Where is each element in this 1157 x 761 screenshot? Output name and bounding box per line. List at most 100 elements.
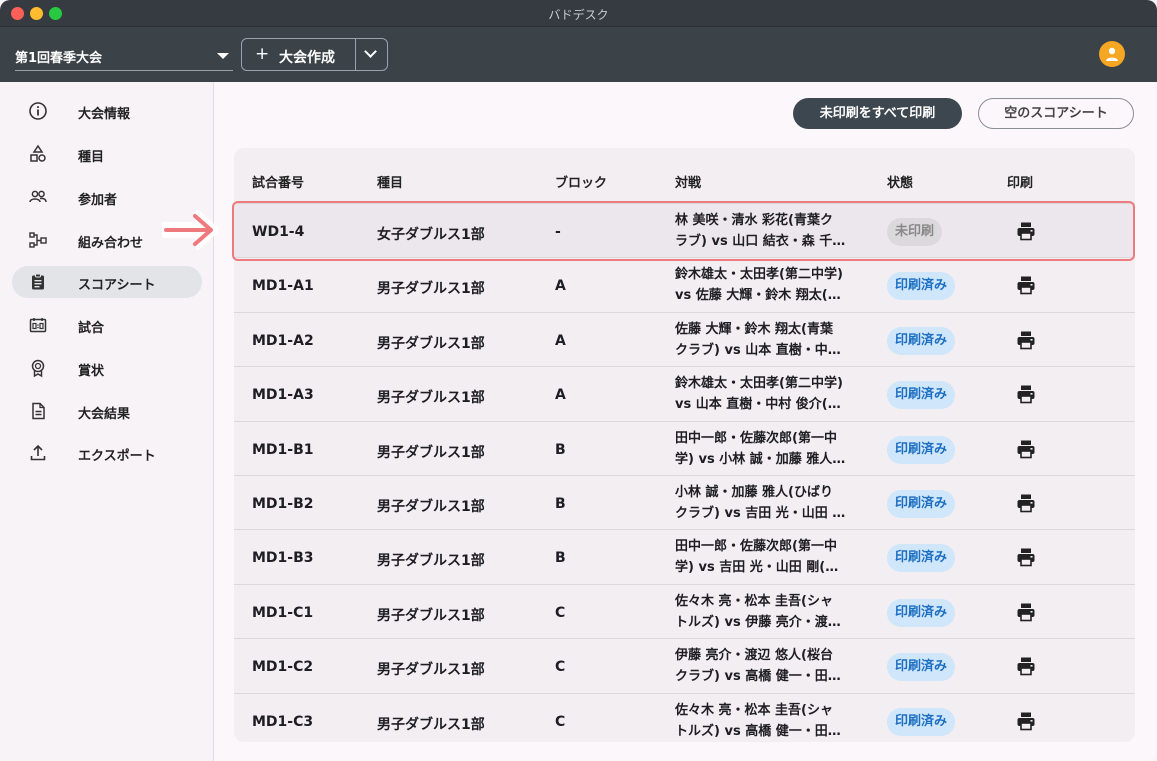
shapes-icon xyxy=(30,144,46,162)
person-icon xyxy=(1106,47,1118,61)
sidebar-item-score-sheets[interactable]: スコアシート xyxy=(12,266,202,298)
match-line-2: クラブ) vs 山本 直樹・中… xyxy=(675,342,841,358)
block-name: B xyxy=(555,496,566,512)
sidebar: 大会情報 種目 参加者 組み合わせ スコアシート 試合 賞状 大会結果 エクスポ… xyxy=(0,82,214,761)
event-name: 男子ダブルス1部 xyxy=(377,390,485,407)
print-icon[interactable] xyxy=(1015,601,1037,623)
status-badge: 印刷済み xyxy=(887,598,956,627)
print-icon[interactable] xyxy=(1015,383,1037,405)
info-icon xyxy=(29,102,47,120)
title-bar: バドデスク xyxy=(0,0,1157,27)
header-status: 状態 xyxy=(887,176,914,191)
table-row[interactable]: MD1-C3 男子ダブルス1部 C 佐々木 亮・松本 圭吾(シャ トルズ) vs 高橋 … xyxy=(234,692,1135,742)
print-icon[interactable] xyxy=(1015,710,1037,732)
match-players: 鈴木雄太・太田孝(第二中学) vs 山本 直樹・中村 俊介(… xyxy=(675,373,881,415)
status-badge: 印刷済み xyxy=(887,435,956,464)
match-players: 伊藤 亮介・渡辺 悠人(桜台 クラブ) vs 高橋 健一・田… xyxy=(675,645,881,687)
event-name: 男子ダブルス1部 xyxy=(377,444,485,461)
sidebar-item-label: エクスポート xyxy=(78,449,156,464)
print-icon[interactable] xyxy=(1015,492,1037,514)
user-avatar[interactable] xyxy=(1099,41,1125,67)
highlight-box xyxy=(232,201,1135,261)
event-name: 男子ダブルス1部 xyxy=(377,499,485,515)
empty-score-sheet-button[interactable]: 空のスコアシート xyxy=(978,98,1134,129)
print-icon[interactable] xyxy=(1015,655,1037,677)
event-name: 男子ダブルス1部 xyxy=(377,335,485,352)
print-icon[interactable] xyxy=(1015,546,1037,568)
status-badge: 印刷済み xyxy=(887,544,956,573)
people-icon xyxy=(29,190,47,203)
table-row[interactable]: MD1-B1 男子ダブルス1部 B 田中一郎・佐藤次郎(第一中 学) vs 小林 誠・加… xyxy=(234,420,1135,475)
match-id: MD1-A1 xyxy=(252,278,314,295)
tournament-select-value: 第1回春季大会 xyxy=(15,51,103,66)
match-line-1: 小林 誠・加藤 雅人(ひばり xyxy=(675,485,833,500)
match-players: 田中一郎・佐藤次郎(第一中 学) vs 小林 誠・加藤 雅人… xyxy=(675,428,881,470)
match-line-2: vs 山本 直樹・中村 俊介(… xyxy=(675,397,841,413)
table-row[interactable]: MD1-B2 男子ダブルス1部 B 小林 誠・加藤 雅人(ひばり クラブ) vs 吉田 … xyxy=(234,475,1135,529)
create-tournament-button[interactable]: 大会作成 xyxy=(279,47,335,67)
status-badge: 印刷済み xyxy=(887,490,956,518)
plus-icon[interactable]: + xyxy=(255,44,269,64)
event-name: 男子ダブルス1部 xyxy=(377,553,485,570)
table-row[interactable]: MD1-B3 男子ダブルス1部 B 田中一郎・佐藤次郎(第一中 学) vs 吉田 光・山… xyxy=(234,529,1135,583)
match-line-1: 田中一郎・佐藤次郎(第一中 xyxy=(675,430,837,446)
table-row[interactable]: MD1-A3 男子ダブルス1部 A 鈴木雄太・太田孝(第二中学) vs 山本 直樹・中村… xyxy=(234,366,1135,420)
table-row[interactable]: MD1-C1 男子ダブルス1部 C 佐々木 亮・松本 圭吾(シャ トルズ) vs 伊藤 … xyxy=(234,583,1135,638)
block-name: A xyxy=(555,387,566,404)
sidebar-item-events[interactable]: 種目 xyxy=(12,138,202,170)
award-icon xyxy=(31,359,45,378)
match-id: MD1-A3 xyxy=(252,387,314,404)
app-window: バドデスク 第1回春季大会 + 大会作成 大会情報 種目 参加者 組み合わせ ス… xyxy=(0,0,1157,761)
table-header: 試合番号 種目 ブロック 対戦 状態 印刷 xyxy=(234,148,1135,203)
clipboard-icon xyxy=(32,273,44,290)
print-all-unprinted-button[interactable]: 未印刷をすべて印刷 xyxy=(793,98,962,129)
sidebar-item-label: 賞状 xyxy=(78,364,105,379)
status-badge: 印刷済み xyxy=(887,381,956,410)
chevron-down-icon[interactable] xyxy=(364,45,377,58)
sidebar-item-tournament-info[interactable]: 大会情報 xyxy=(12,95,202,127)
print-icon[interactable] xyxy=(1015,329,1037,351)
status-badge: 印刷済み xyxy=(887,653,956,682)
print-icon[interactable] xyxy=(1015,438,1037,460)
table-row[interactable]: MD1-A1 男子ダブルス1部 A 鈴木雄太・太田孝(第二中学) vs 佐藤 大輝・鈴木… xyxy=(234,257,1135,311)
block-name: C xyxy=(555,659,566,676)
sidebar-item-export[interactable]: エクスポート xyxy=(12,437,202,469)
table-row[interactable]: MD1-A2 男子ダブルス1部 A 佐藤 大輝・鈴木 翔太(青葉 クラブ) vs 山本 … xyxy=(234,311,1135,366)
sidebar-item-label: 試合 xyxy=(78,321,105,336)
bracket-icon xyxy=(29,232,47,248)
event-name: 男子ダブルス1部 xyxy=(377,662,485,679)
header-match: 対戦 xyxy=(675,176,702,191)
document-icon xyxy=(32,402,45,420)
match-id: MD1-C2 xyxy=(252,659,314,676)
match-players: 小林 誠・加藤 雅人(ひばり クラブ) vs 吉田 光・山田 … xyxy=(675,482,881,524)
header-block: ブロック xyxy=(555,176,608,191)
match-line-1: 鈴木雄太・太田孝(第二中学) xyxy=(675,267,843,283)
event-name: 男子ダブルス1部 xyxy=(377,716,485,733)
status-badge: 印刷済み xyxy=(887,272,956,301)
match-id: MD1-C3 xyxy=(252,713,314,730)
match-players: 佐々木 亮・松本 圭吾(シャ トルズ) vs 高橋 健一・田… xyxy=(675,700,881,742)
match-line-1: 田中一郎・佐藤次郎(第一中 xyxy=(675,539,837,555)
header-event: 種目 xyxy=(377,176,404,191)
main-content: 未印刷をすべて印刷 空のスコアシート 試合番号 種目 ブロック 対戦 状態 印刷… xyxy=(215,82,1157,761)
match-line-1: 佐々木 亮・松本 圭吾(シャ xyxy=(675,702,833,718)
scoreboard-icon xyxy=(29,318,47,333)
header-print: 印刷 xyxy=(1007,176,1034,191)
block-name: C xyxy=(555,604,566,621)
tournament-select[interactable]: 第1回春季大会 xyxy=(15,41,233,71)
sidebar-item-label: 大会結果 xyxy=(78,407,131,422)
block-name: B xyxy=(555,550,566,567)
match-players: 佐々木 亮・松本 圭吾(シャ トルズ) vs 伊藤 亮介・渡… xyxy=(675,591,881,633)
sidebar-item-matches[interactable]: 試合 xyxy=(12,309,202,341)
sidebar-item-certificates[interactable]: 賞状 xyxy=(12,352,202,384)
table-row[interactable]: MD1-C2 男子ダブルス1部 C 伊藤 亮介・渡辺 悠人(桜台 クラブ) vs 高橋 … xyxy=(234,638,1135,692)
button-divider xyxy=(355,39,356,70)
arrow-right-icon xyxy=(162,210,218,250)
print-icon[interactable] xyxy=(1015,274,1037,296)
match-line-1: 佐々木 亮・松本 圭吾(シャ xyxy=(675,593,833,609)
sidebar-item-results[interactable]: 大会結果 xyxy=(12,395,202,427)
block-name: B xyxy=(555,441,566,458)
match-line-2: トルズ) vs 高橋 健一・田… xyxy=(675,723,841,739)
match-line-2: 学) vs 吉田 光・山田 剛(… xyxy=(675,560,839,576)
sidebar-item-label: 大会情報 xyxy=(78,107,131,122)
